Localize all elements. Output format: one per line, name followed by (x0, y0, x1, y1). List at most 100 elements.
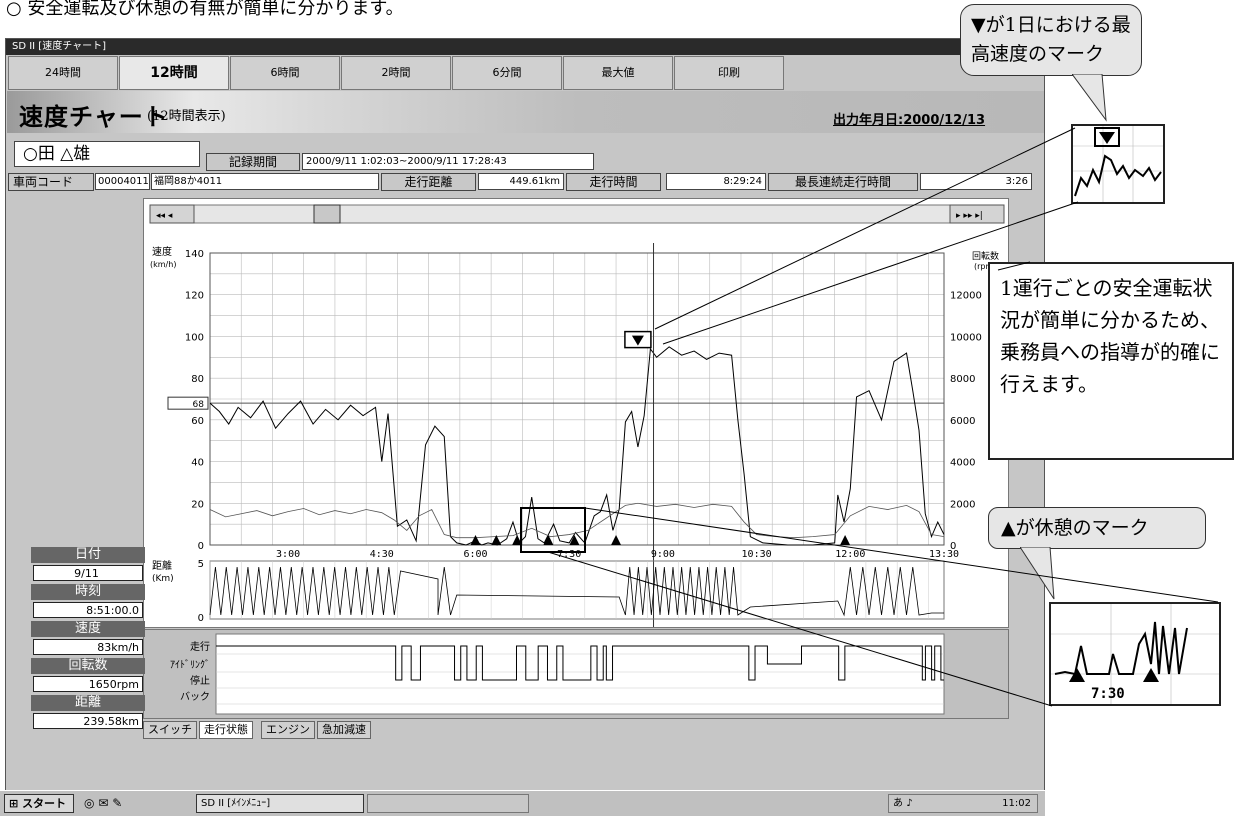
x-tick-label: 6:00 (463, 549, 487, 560)
max-mark-zoom (1071, 124, 1165, 204)
guidance-callout: 1運行ごとの安全運転状況が簡単に分かるため、乗務員への指導が的確に行えます。 (988, 262, 1234, 460)
distance-label: 走行距離 (381, 173, 476, 191)
state-row-label: ｱｲﾄﾞﾘﾝｸﾞ (170, 659, 210, 671)
y-tick-label: 140 (185, 249, 204, 260)
y-tick-label: 40 (191, 458, 204, 469)
toolbar-6h-button[interactable]: 6時間 (230, 56, 340, 90)
scroll-last-icon: ▸ ▸▸ ▸| (956, 211, 983, 221)
y2-tick-label: 4000 (950, 458, 975, 469)
state-row-label: 停止 (190, 674, 210, 687)
output-date: 出力年月日:2000/12/13 (833, 113, 986, 128)
y-tick-label: 80 (191, 374, 204, 385)
zoom-time-label: 7:30 (1091, 686, 1125, 702)
y2-tick-label: 8000 (950, 374, 975, 385)
distance-frame (209, 560, 945, 620)
rest-mark-zoom-graphic: 7:30 (1051, 604, 1219, 704)
state-chart: 走行 ｱｲﾄﾞﾘﾝｸﾞ 停止バック (170, 633, 945, 715)
x-tick-label: 3:00 (276, 549, 300, 560)
toolbar-max-button[interactable]: 最大値 (563, 56, 673, 90)
distance-axis-unit: (Km) (152, 574, 174, 584)
y2-tick-label: 6000 (950, 416, 975, 427)
top-caption: ○ 安全運転及び休憩の有無が簡単に分かります。 (6, 0, 404, 19)
window-title: SD II [速度チャート] (6, 39, 1044, 55)
tab-switch[interactable]: スイッチ (143, 721, 197, 739)
rest-callout-tail (1020, 547, 1055, 600)
y2-axis-label: 回転数 (972, 250, 999, 262)
taskbar-task-button[interactable]: SD II [ﾒｲﾝﾒﾆｭｰ] (196, 794, 364, 813)
drive-time-field: 8:29:24 (666, 173, 766, 190)
x-tick-label: 7:30 (557, 549, 581, 560)
rest-mark (470, 535, 481, 545)
zoom-rest-mark-1 (1069, 668, 1085, 682)
max-continuous-label: 最長連続走行時間 (768, 173, 918, 191)
y-axis-label: 速度 (152, 245, 172, 258)
side-speed-value: 83km/h (33, 639, 143, 655)
y-tick-label: 20 (191, 499, 204, 510)
state-row-label: バック (180, 691, 210, 703)
vehicle-code-field: 00004011 (95, 173, 150, 190)
rest-mark-callout: ▲が休憩のマーク (988, 507, 1206, 549)
rest-mark (840, 535, 851, 545)
tab-sudden-accel[interactable]: 急加減速 (317, 721, 371, 739)
state-panel: 走行 ｱｲﾄﾞﾘﾝｸﾞ 停止 バック (143, 629, 1009, 719)
tab-engine[interactable]: エンジン (261, 721, 315, 739)
side-rpm-label: 回転数 (31, 658, 145, 674)
record-period-field: 2000/9/11 1:02:03~2000/9/11 17:28:43 (302, 153, 594, 170)
max-mark-zoom-graphic (1073, 126, 1163, 202)
y-axis-unit: (km/h) (150, 260, 176, 269)
distance-series-line (209, 566, 944, 617)
chart-area: 0 20 40 60 80 100 120 140 0 2000 4000 6000 8000 10000… (143, 198, 1009, 628)
side-time-value: 8:51:00.0 (33, 602, 143, 618)
x-tick-label: 13:30 (929, 549, 959, 560)
toolbar-2h-button[interactable]: 2時間 (341, 56, 451, 90)
y-tick-label: 0 (198, 541, 204, 552)
toolbar-24h-button[interactable]: 24時間 (8, 56, 118, 90)
side-speed-label: 速度 (31, 621, 145, 637)
side-date-label: 日付 (31, 547, 145, 563)
drive-time-label: 走行時間 (566, 173, 661, 191)
mail-icon[interactable]: ✉ (98, 796, 108, 810)
rest-mark (611, 535, 622, 545)
zoom-rest-mark-2 (1143, 668, 1159, 682)
y-tick-label: 120 (185, 291, 204, 302)
start-button[interactable]: ⊞ スタート (4, 794, 74, 813)
taskbar-empty-slot (367, 794, 529, 813)
quicklaunch-icons[interactable]: ◎ ✉ ✎ (84, 796, 122, 810)
scroll-first-icon: ◂◂ ◂ (156, 211, 173, 221)
distance-axis-label: 距離 (152, 559, 172, 572)
toolbar-6min-button[interactable]: 6分間 (452, 56, 562, 90)
tab-driving-state[interactable]: 走行状態 (199, 721, 253, 739)
scroll-thumb (313, 204, 341, 224)
x-tick-label: 12:00 (835, 549, 865, 560)
browser-icon[interactable]: ◎ (84, 796, 94, 810)
start-label: スタート (22, 797, 67, 810)
side-time-label: 時刻 (31, 584, 145, 600)
toolbar-print-button[interactable]: 印刷 (674, 56, 784, 90)
edit-icon[interactable]: ✎ (112, 796, 122, 810)
x-tick-label: 10:30 (742, 549, 772, 560)
side-distance-value: 239.58km (33, 713, 143, 729)
distance-field: 449.61km (478, 173, 564, 190)
side-date-value: 9/11 (33, 565, 143, 581)
taskbar: ⊞ スタート ◎ ✉ ✎ SD II [ﾒｲﾝﾒﾆｭｰ] あ ♪ 11:02 (0, 790, 1045, 816)
y-tick-label: 60 (191, 416, 204, 427)
y2-tick-label: 12000 (950, 291, 982, 302)
page-subtitle: (12時間表示) (147, 109, 226, 124)
side-distance-label: 距離 (31, 695, 145, 711)
record-period-label: 記録期間 (206, 153, 300, 171)
tray-ime-icon[interactable]: あ (893, 798, 903, 809)
x-tick-label: 4:30 (370, 549, 394, 560)
banner: 速度チャート (12時間表示) 出力年月日:2000/12/13 (7, 91, 1044, 133)
vehicle-plate-field: 福岡88か4011 (151, 173, 379, 190)
speed-series-line (209, 346, 945, 546)
max-mark-callout: ▼が1日における最高速度のマーク (960, 4, 1142, 76)
toolbar-12h-button[interactable]: 12時間 (119, 56, 229, 90)
y2-tick-label: 10000 (950, 332, 982, 343)
distance-tick-0: 0 (198, 613, 204, 624)
distance-tick-5: 5 (198, 559, 204, 570)
tray-volume-icon[interactable]: ♪ (906, 798, 912, 809)
y-tick-label: 100 (185, 332, 204, 343)
max-callout-tail (1072, 74, 1107, 122)
vehicle-code-label: 車両コード (8, 173, 94, 191)
driver-name: ○田 △雄 (14, 141, 200, 167)
